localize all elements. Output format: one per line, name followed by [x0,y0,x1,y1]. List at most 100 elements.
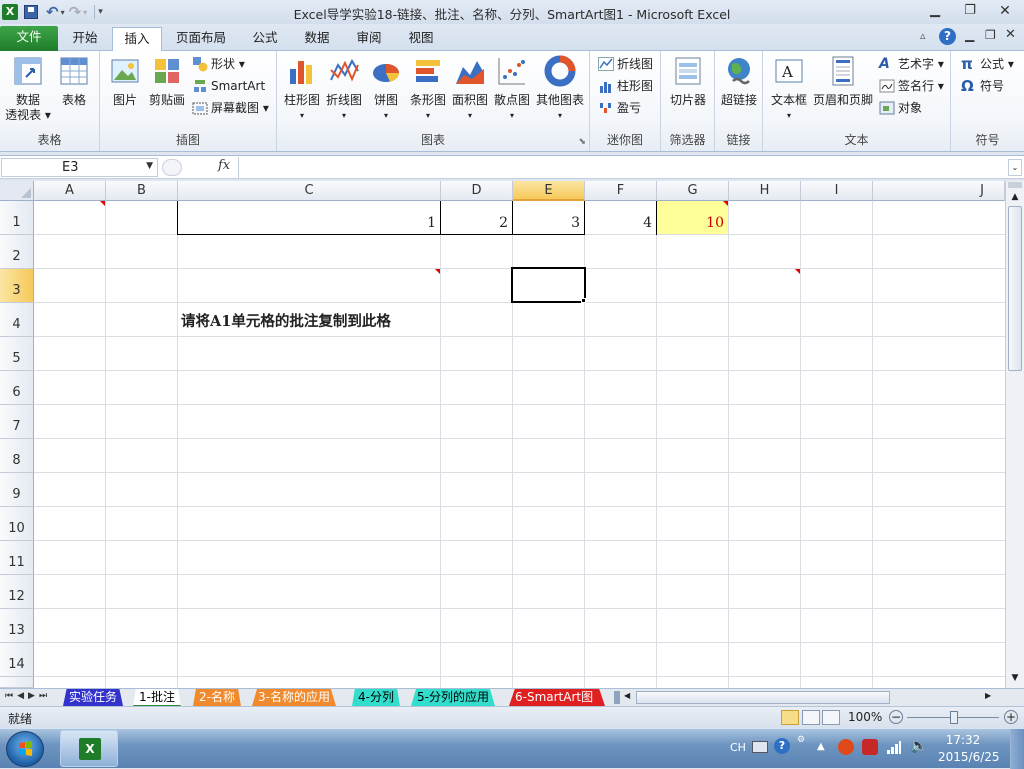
row-header[interactable]: 6 [0,371,34,405]
col-header-d[interactable]: D [441,181,513,201]
show-desktop-button[interactable] [1010,729,1024,769]
comment-indicator-h3[interactable] [795,269,800,274]
clipart-button[interactable]: 剪贴画 [146,55,188,108]
textbox-button[interactable]: A 文本框 ▾ [767,55,811,123]
formula-input[interactable] [238,157,1008,178]
row-header[interactable]: 9 [0,473,34,507]
pivottable-button[interactable]: 数据 透视表 ▾ [4,55,52,123]
sheet-tab-smartart[interactable]: 6-SmartArt图 [509,689,605,706]
row-header[interactable]: 10 [0,507,34,541]
smartart-button[interactable]: SmartArt [192,76,265,96]
wordart-button[interactable]: A 艺术字 ▾ [879,54,944,74]
start-button[interactable] [6,731,44,767]
zoom-in-icon[interactable]: + [1004,710,1018,724]
hscroll-left-icon[interactable]: ◀ [624,691,630,700]
column-chart-button[interactable]: 柱形图 ▾ [281,55,323,123]
other-charts-button[interactable]: 其他图表 ▾ [533,55,587,123]
row-header[interactable]: 1 [0,201,34,235]
taskbar-excel-button[interactable]: X [60,730,118,767]
col-header-f[interactable]: F [585,181,657,201]
hscroll-right-icon[interactable]: ▶ [985,691,991,700]
workbook-close-icon[interactable]: ✕ [1005,27,1016,42]
hyperlink-button[interactable]: 超链接 [717,55,761,108]
tab-home[interactable]: 开始 [62,27,108,51]
zoom-level[interactable]: 100% [848,710,882,724]
col-header-g[interactable]: G [657,181,729,201]
tab-split-handle[interactable] [614,691,620,704]
col-header-j[interactable]: J [873,181,1005,201]
minimize-button[interactable]: ▁ [920,2,950,20]
tab-formulas[interactable]: 公式 [242,27,288,51]
antivirus-tray-icon[interactable] [838,739,854,755]
workbook-minimize-icon[interactable]: ▁ [965,28,974,42]
col-header-b[interactable]: B [106,181,178,201]
slicer-button[interactable]: 切片器 [664,55,712,108]
row-header[interactable] [0,677,34,688]
row-header[interactable]: 11 [0,541,34,575]
col-header-h[interactable]: H [729,181,801,201]
select-all-corner[interactable] [0,181,34,201]
split-box[interactable] [1008,182,1022,188]
help-tray-icon[interactable]: ? [774,738,790,754]
formula-bar-expand-handle[interactable] [162,159,182,176]
ribbon-collapse-icon[interactable]: ▵ [920,29,926,42]
cell-g1[interactable]: 10 [657,215,728,231]
name-box[interactable]: E3 ▼ [1,158,158,177]
col-header-a[interactable]: A [34,181,106,201]
cell-e1[interactable]: 3 [513,215,584,231]
col-header-c[interactable]: C [178,181,441,201]
comment-indicator-g1[interactable] [723,201,728,206]
row-header[interactable]: 5 [0,337,34,371]
clock-date[interactable]: 2015/6/25 [938,750,1002,764]
help-icon[interactable]: ? [939,28,956,45]
horizontal-scroll-thumb[interactable] [636,691,890,704]
show-hidden-icons[interactable]: ▲ [817,741,825,752]
picture-button[interactable]: 图片 [104,55,146,108]
restore-button[interactable]: ❐ [955,2,985,20]
options-tray-icon[interactable]: ⚙ [797,735,805,745]
sparkline-line-button[interactable]: 折线图 [598,54,653,74]
screenshot-button[interactable]: 屏幕截图 ▾ [192,98,269,118]
pie-chart-button[interactable]: 饼图 ▾ [365,55,407,123]
sheet-tab-names[interactable]: 2-名称 [193,689,241,706]
comment-indicator-c3[interactable] [435,269,440,274]
cell-c4[interactable]: 请将A1单元格的批注复制到此格 [181,310,461,331]
volume-icon[interactable]: 🔈 [910,738,927,754]
page-layout-view-icon[interactable] [802,710,820,725]
formula-expand-icon[interactable]: ⌄ [1008,159,1022,176]
sheet-tab-split[interactable]: 4-分列 [352,689,400,706]
sheet-tab-split-apply[interactable]: 5-分列的应用 [411,689,495,706]
zoom-slider-thumb[interactable] [950,711,958,724]
signature-line-button[interactable]: 签名行 ▾ [879,76,944,96]
cell-f1[interactable]: 4 [585,215,656,231]
close-button[interactable]: ✕ [990,2,1020,20]
cell-d1[interactable]: 2 [441,215,512,231]
row-header[interactable]: 8 [0,439,34,473]
header-footer-button[interactable]: 页眉和页脚 [811,55,875,108]
sheet-tab-comments[interactable]: 1-批注 [133,689,181,707]
insert-function-icon[interactable]: fx [218,158,230,173]
selected-cell-e3[interactable] [511,267,586,303]
cell-c1[interactable]: 1 [178,215,440,231]
area-chart-button[interactable]: 面积图 ▾ [449,55,491,123]
row-header[interactable]: 3 [0,269,34,303]
sparkline-column-button[interactable]: 柱形图 [598,76,653,96]
signal-strength-icon[interactable] [886,739,902,755]
scroll-up-icon[interactable]: ▲ [1008,190,1022,204]
table-button[interactable]: 表格 [54,55,94,108]
tab-view[interactable]: 视图 [398,27,444,51]
name-box-dropdown-icon[interactable]: ▼ [146,161,153,171]
language-indicator[interactable]: CH [730,741,746,754]
sheet-tab-task[interactable]: 实验任务 [63,689,124,706]
fill-handle[interactable] [581,298,586,303]
object-button[interactable]: 对象 [879,98,922,118]
sparkline-winloss-button[interactable]: 盈亏 [598,98,641,118]
equation-button[interactable]: π 公式 ▾ [961,54,1014,74]
zoom-out-icon[interactable]: − [889,710,903,724]
row-header[interactable]: 12 [0,575,34,609]
tab-review[interactable]: 审阅 [346,27,392,51]
line-chart-button[interactable]: 折线图 ▾ [323,55,365,123]
row-header[interactable]: 2 [0,235,34,269]
scroll-down-icon[interactable]: ▼ [1008,671,1022,685]
tab-insert[interactable]: 插入 [112,27,162,52]
